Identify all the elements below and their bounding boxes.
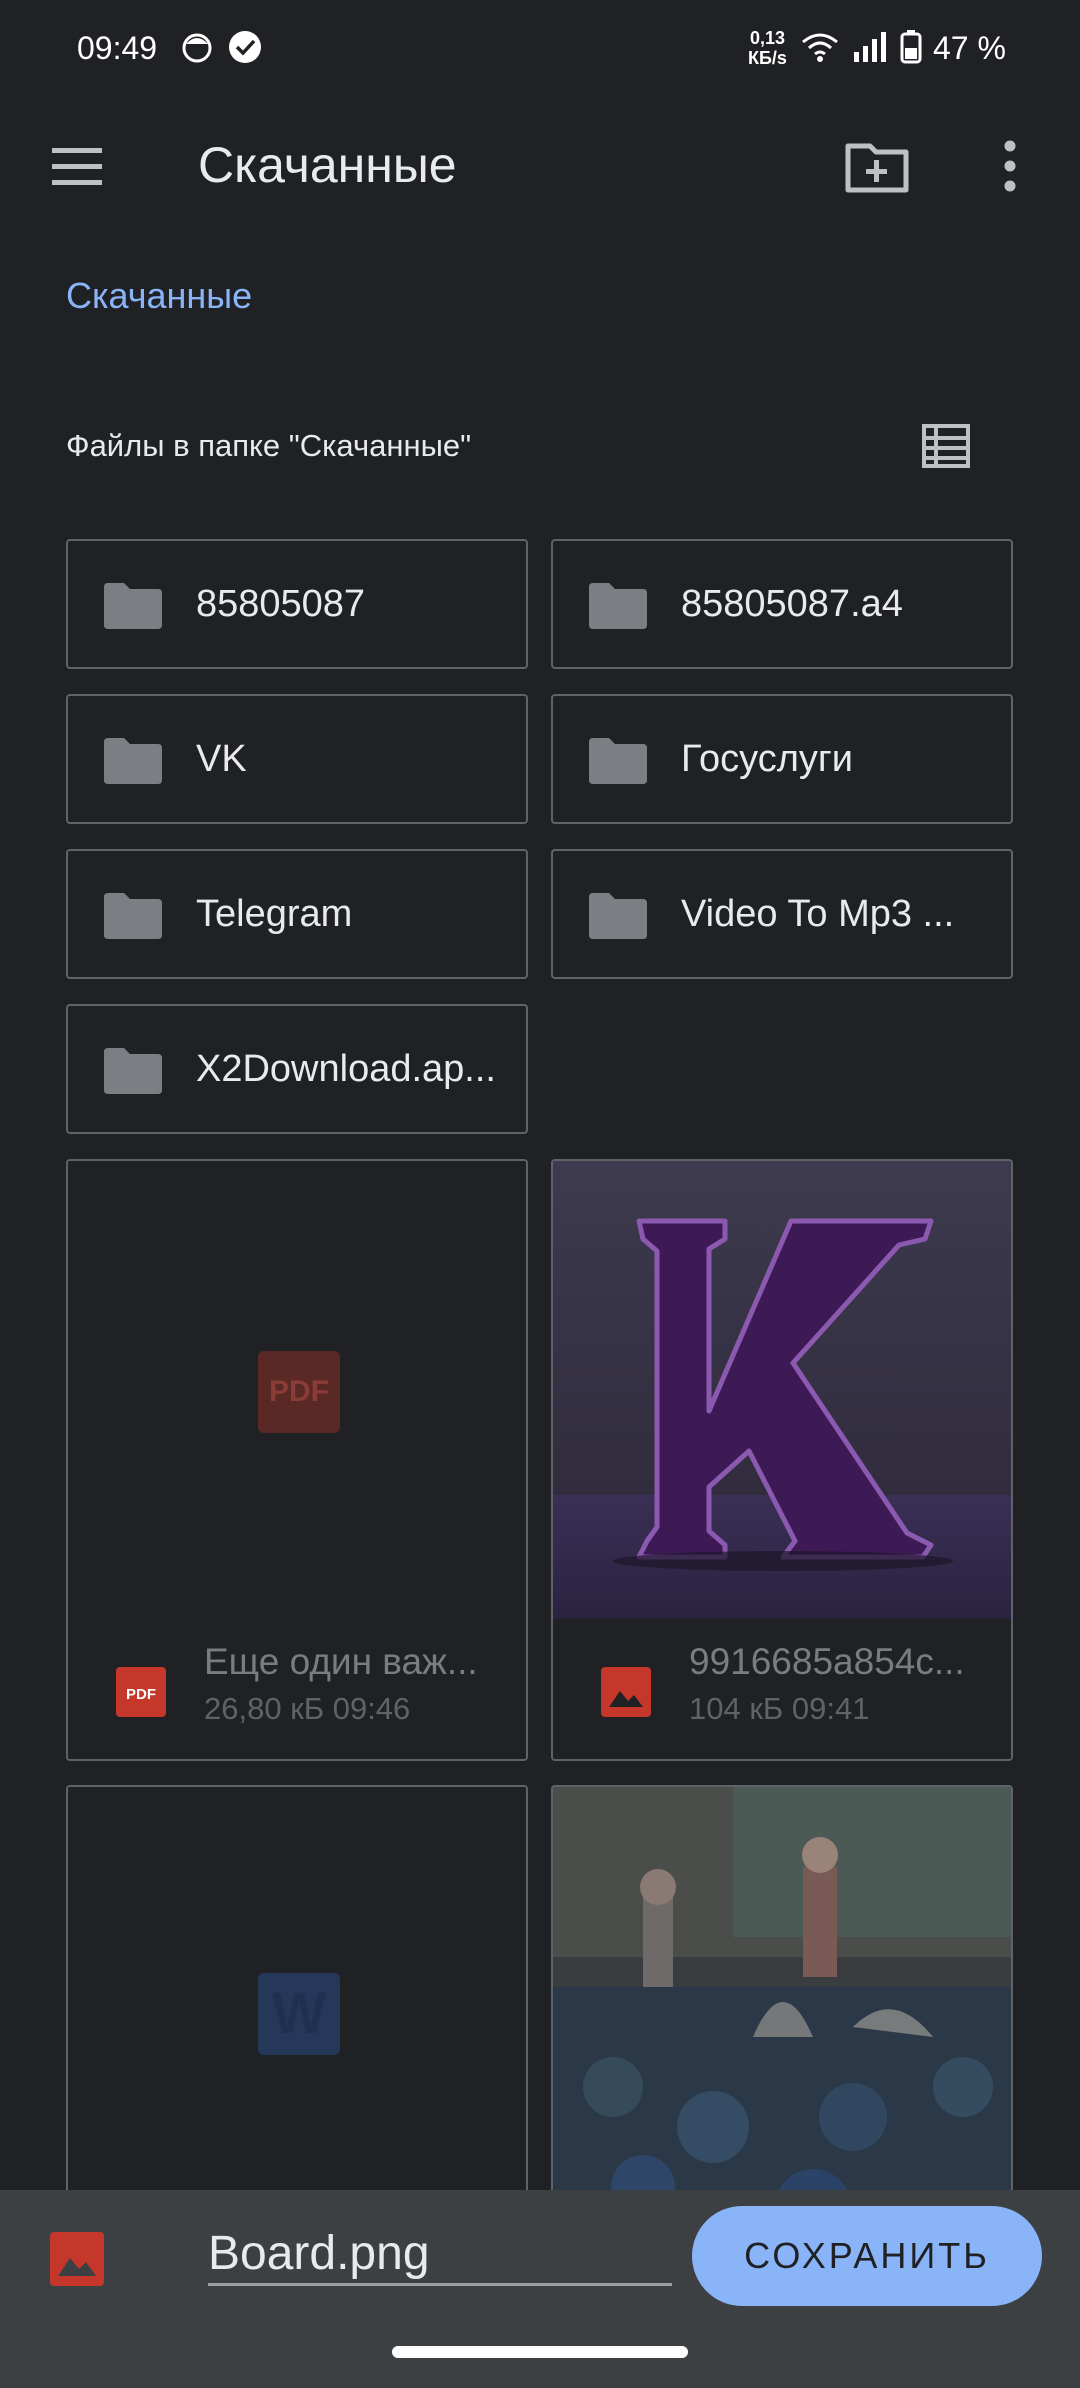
- folder-icon: [589, 738, 647, 784]
- folder-item[interactable]: 85805087.a4: [551, 539, 1013, 669]
- file-thumbnail: PDF: [68, 1161, 526, 1619]
- page-title: Скачанные: [198, 137, 457, 193]
- file-item[interactable]: W: [66, 1785, 528, 2205]
- battery-percent: 47 %: [933, 30, 1006, 66]
- net-speed-value: 0,13: [749, 28, 785, 48]
- folder-item[interactable]: 85805087: [66, 539, 528, 669]
- new-folder-button[interactable]: [842, 132, 912, 202]
- folder-name: Video To Mp3 ...: [681, 893, 955, 935]
- menu-button[interactable]: [38, 128, 116, 206]
- breadcrumb[interactable]: Скачанные: [66, 275, 252, 317]
- file-item[interactable]: 9916685a854c... 104 кБ 09:41: [551, 1159, 1013, 1761]
- section-header: Файлы в папке "Скачанные": [66, 428, 472, 463]
- file-name: Еще один важ...: [204, 1641, 478, 1682]
- folder-name: 85805087: [196, 583, 366, 625]
- check-circle-icon: [229, 31, 261, 63]
- word-icon: W: [258, 1973, 340, 2055]
- file-size-time: 26,80 кБ 09:46: [204, 1691, 411, 1726]
- home-indicator[interactable]: [392, 2346, 688, 2358]
- image-thumbnail: [553, 1787, 1011, 2203]
- folder-item[interactable]: Госуслуги: [551, 694, 1013, 824]
- folder-item[interactable]: Video To Mp3 ...: [551, 849, 1013, 979]
- status-bar: 09:49 0,13 КБ/s 47 %: [0, 0, 1080, 100]
- file-meta: PDF Еще один важ... 26,80 кБ 09:46: [68, 1619, 526, 1759]
- signal-icon: [854, 32, 886, 62]
- pdf-icon: PDF: [116, 1667, 166, 1717]
- file-meta: 9916685a854c... 104 кБ 09:41: [553, 1619, 1011, 1759]
- image-icon: [601, 1667, 651, 1717]
- save-bar: СОХРАНИТЬ: [0, 2190, 1080, 2388]
- pdf-placeholder-icon: PDF: [258, 1351, 340, 1433]
- folder-icon: [104, 893, 162, 939]
- notification-face-icon: [182, 33, 212, 63]
- svg-text:PDF: PDF: [126, 1686, 156, 1703]
- folder-icon: [104, 1048, 162, 1094]
- file-name: 9916685a854c...: [689, 1641, 965, 1682]
- battery-icon: [900, 30, 922, 64]
- wifi-icon: [802, 33, 838, 62]
- file-thumbnail: W: [68, 1787, 526, 2203]
- folder-icon: [104, 583, 162, 629]
- hamburger-menu-icon: [52, 148, 102, 185]
- file-size-time: 104 кБ 09:41: [689, 1691, 870, 1726]
- file-item[interactable]: [551, 1785, 1013, 2205]
- more-options-button[interactable]: [980, 132, 1040, 202]
- image-file-icon: [50, 2232, 104, 2286]
- folder-name: VK: [196, 738, 247, 780]
- more-vert-icon: [1004, 140, 1016, 192]
- folder-item[interactable]: Telegram: [66, 849, 528, 979]
- filename-input[interactable]: [208, 2224, 672, 2286]
- view-toggle-button[interactable]: [918, 418, 974, 474]
- create-folder-icon: [845, 143, 909, 193]
- net-speed: 0,13 КБ/s: [748, 28, 787, 68]
- folder-item[interactable]: X2Download.ap...: [66, 1004, 528, 1134]
- folder-name: Telegram: [196, 893, 353, 935]
- folder-item[interactable]: VK: [66, 694, 528, 824]
- folder-name: 85805087.a4: [681, 583, 903, 625]
- app-bar: Скачанные: [0, 100, 1080, 230]
- list-view-icon: [922, 424, 970, 468]
- image-thumbnail: [553, 1161, 1011, 1619]
- status-time: 09:49: [77, 30, 158, 66]
- folder-icon: [589, 893, 647, 939]
- folder-name: Госуслуги: [681, 738, 854, 780]
- file-item[interactable]: PDF PDF Еще один важ... 26,80 кБ 09:46: [66, 1159, 528, 1761]
- net-speed-unit: КБ/s: [748, 48, 787, 68]
- folder-icon: [589, 583, 647, 629]
- folder-icon: [104, 738, 162, 784]
- save-button[interactable]: СОХРАНИТЬ: [692, 2206, 1042, 2306]
- folder-name: X2Download.ap...: [196, 1048, 496, 1090]
